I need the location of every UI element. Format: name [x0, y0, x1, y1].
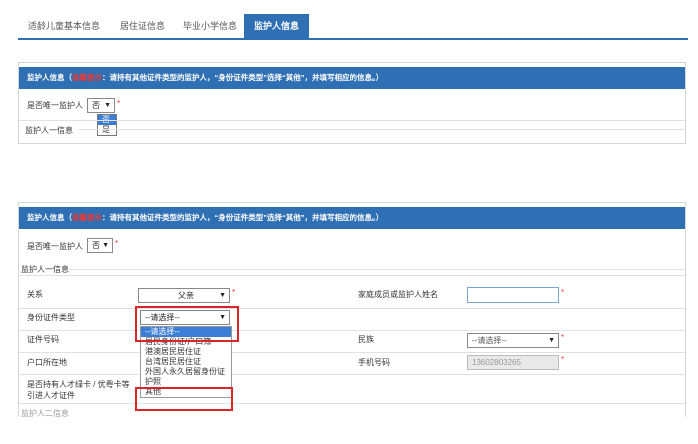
ethnic-label: 民族	[358, 335, 374, 344]
header-suffix: ：请持有其他证件类型的监护人，“身份证件类型”选择“其他”，并填写相应的信息。）	[102, 213, 384, 222]
divider	[19, 403, 685, 404]
selected-value: --请选择--	[472, 336, 507, 345]
chevron-down-icon: ▼	[548, 337, 555, 344]
only-guardian-label: 是否唯一监护人	[27, 101, 83, 110]
callout-box-id-type	[135, 306, 239, 342]
id-number-label: 证件号码	[27, 335, 59, 344]
ethnic-select[interactable]: --请选择-- ▼	[467, 333, 559, 348]
divider	[19, 374, 685, 375]
id-type-label: 身份证件类型	[27, 313, 75, 322]
family-name-label: 家庭成员或监护人姓名	[358, 290, 438, 299]
header-prefix: 监护人信息（	[27, 213, 72, 222]
option-passport[interactable]: 护照	[141, 377, 231, 387]
guardian-1-label: 监护人一信息	[21, 265, 69, 274]
divider	[19, 120, 685, 121]
only-guardian-select[interactable]: 否 ▼	[87, 98, 115, 113]
required-mark: *	[561, 288, 565, 297]
required-mark: *	[115, 239, 119, 248]
tab-residence-permit[interactable]: 居住证信息	[110, 14, 175, 38]
option-hk-macao-permit[interactable]: 港澳居民居住证	[141, 347, 231, 357]
tab-bar: 适龄儿童基本信息 居住证信息 毕业小学信息 监护人信息	[18, 14, 688, 40]
guardian-1-label: 监护人一信息	[25, 126, 73, 135]
divider	[19, 275, 685, 276]
phone-input[interactable]: 13602803265	[467, 355, 559, 370]
chevron-down-icon: ▼	[104, 102, 111, 109]
option-yes[interactable]: 是	[98, 125, 116, 135]
tab-child-basic-info[interactable]: 适龄儿童基本信息	[18, 14, 110, 38]
panel-header: 监护人信息（温馨提示：请持有其他证件类型的监护人，“身份证件类型”选择“其他”，…	[19, 207, 685, 229]
chevron-down-icon: ▼	[219, 292, 226, 299]
phone-label: 手机号码	[358, 358, 390, 367]
relation-label: 关系	[27, 290, 43, 299]
header-tip: 温馨提示	[72, 213, 102, 222]
panel-header: 监护人信息（温馨提示：请持有其他证件类型的监护人，“身份证件类型”选择“其他”，…	[19, 67, 685, 89]
talent-card-label: 是否持有人才绿卡 / 优粤卡等	[27, 380, 130, 389]
hukou-label: 户口所在地	[27, 358, 67, 367]
selected-value: 否	[92, 101, 100, 110]
required-mark: *	[561, 355, 565, 364]
only-guardian-options: 否 是	[97, 114, 117, 136]
divider	[19, 308, 685, 309]
callout-box-other-option	[135, 387, 233, 411]
talent-card-label-2: 引进人才证件	[27, 391, 75, 400]
guardian-2-label: 监护人二信息	[21, 409, 69, 418]
required-mark: *	[561, 333, 565, 342]
divider	[69, 269, 685, 270]
header-prefix: 监护人信息（	[27, 73, 72, 82]
divider	[19, 330, 685, 331]
only-guardian-label: 是否唯一监护人	[27, 242, 83, 251]
tab-primary-school[interactable]: 毕业小学信息	[173, 14, 247, 38]
selected-value: 父亲	[178, 291, 194, 300]
option-foreigner-permanent[interactable]: 外国人永久居留身份证	[141, 367, 231, 377]
divider	[79, 129, 685, 130]
header-suffix: ：请持有其他证件类型的监护人，“身份证件类型”选择“其他”，并填写相应的信息。）	[102, 73, 384, 82]
divider	[19, 352, 685, 353]
option-taiwan-permit[interactable]: 台湾居民居住证	[141, 357, 231, 367]
selected-value: 否	[92, 241, 100, 250]
guardian-panel-1: 监护人信息（温馨提示：请持有其他证件类型的监护人，“身份证件类型”选择“其他”，…	[18, 62, 686, 144]
only-guardian-select[interactable]: 否 ▼	[87, 238, 113, 253]
required-mark: *	[117, 99, 121, 108]
family-name-input[interactable]	[467, 287, 559, 303]
chevron-down-icon: ▼	[102, 242, 109, 249]
header-tip: 温馨提示	[72, 73, 102, 82]
relation-select[interactable]: 父亲 ▼	[138, 288, 230, 303]
tab-guardian-info[interactable]: 监护人信息	[244, 14, 310, 38]
required-mark: *	[232, 288, 236, 297]
guardian-panel-2: 监护人信息（温馨提示：请持有其他证件类型的监护人，“身份证件类型”选择“其他”，…	[18, 202, 686, 418]
